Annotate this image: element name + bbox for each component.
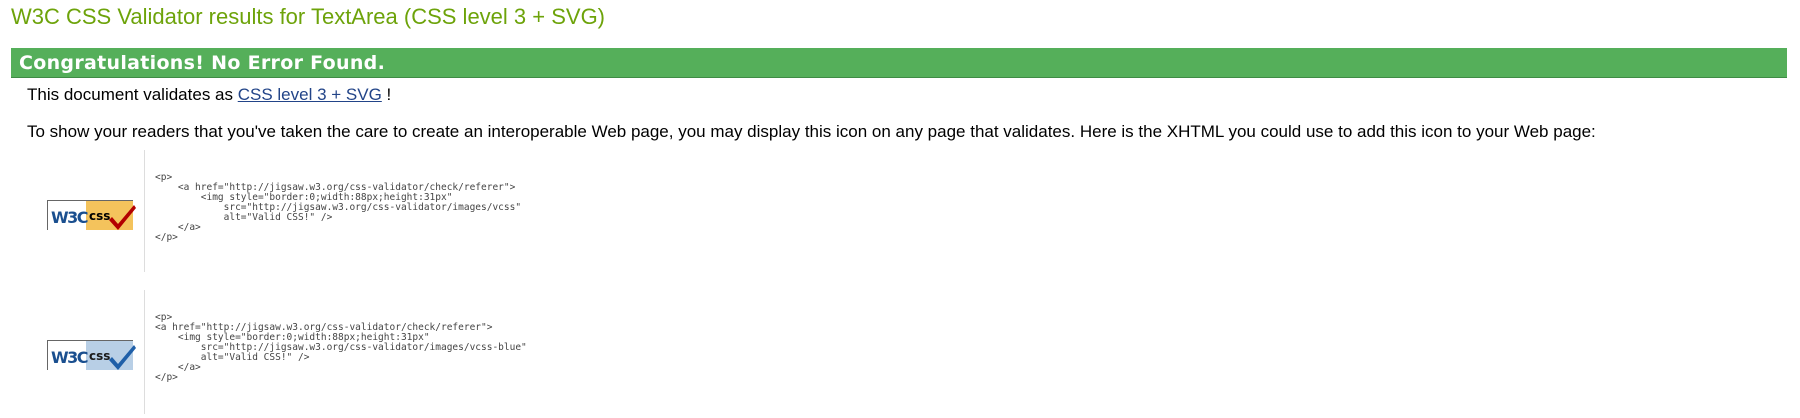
valid-css-gold-badge[interactable]: W3C css [47,200,136,230]
validation-prefix: This document validates as [27,85,238,104]
badge-row-gold: W3C css <p> <a href="http://jigsaw.w3.or… [27,150,1727,272]
page-title: W3C CSS Validator results for TextArea (… [11,4,606,29]
icon-instructions: To show your readers that you've taken t… [27,122,1596,141]
valid-css-blue-badge[interactable]: W3C css [47,340,136,370]
validation-statement: This document validates as CSS level 3 +… [27,84,391,106]
w3c-logo-text: W3C [51,348,88,367]
success-message: Congratulations! No Error Found. [19,52,386,74]
css-profile-link[interactable]: CSS level 3 + SVG [238,85,382,104]
valid-css-blue-icon: W3C css [48,341,136,370]
valid-css-gold-icon: W3C css [48,201,136,230]
success-banner: Congratulations! No Error Found. [11,48,1787,78]
badge-html-snippet: <p> <a href="http://jigsaw.w3.org/css-va… [155,312,527,383]
css-logo-text: css [89,209,110,223]
w3c-logo-text: W3C [51,208,88,227]
validation-suffix: ! [381,85,392,104]
css-logo-text: css [89,349,110,363]
badge-row-blue: W3C css <p> <a href="http://jigsaw.w3.or… [27,290,1727,414]
badge-cell: W3C css [27,290,145,414]
badge-cell: W3C css [27,150,145,272]
badge-html-snippet: <p> <a href="http://jigsaw.w3.org/css-va… [155,172,522,243]
